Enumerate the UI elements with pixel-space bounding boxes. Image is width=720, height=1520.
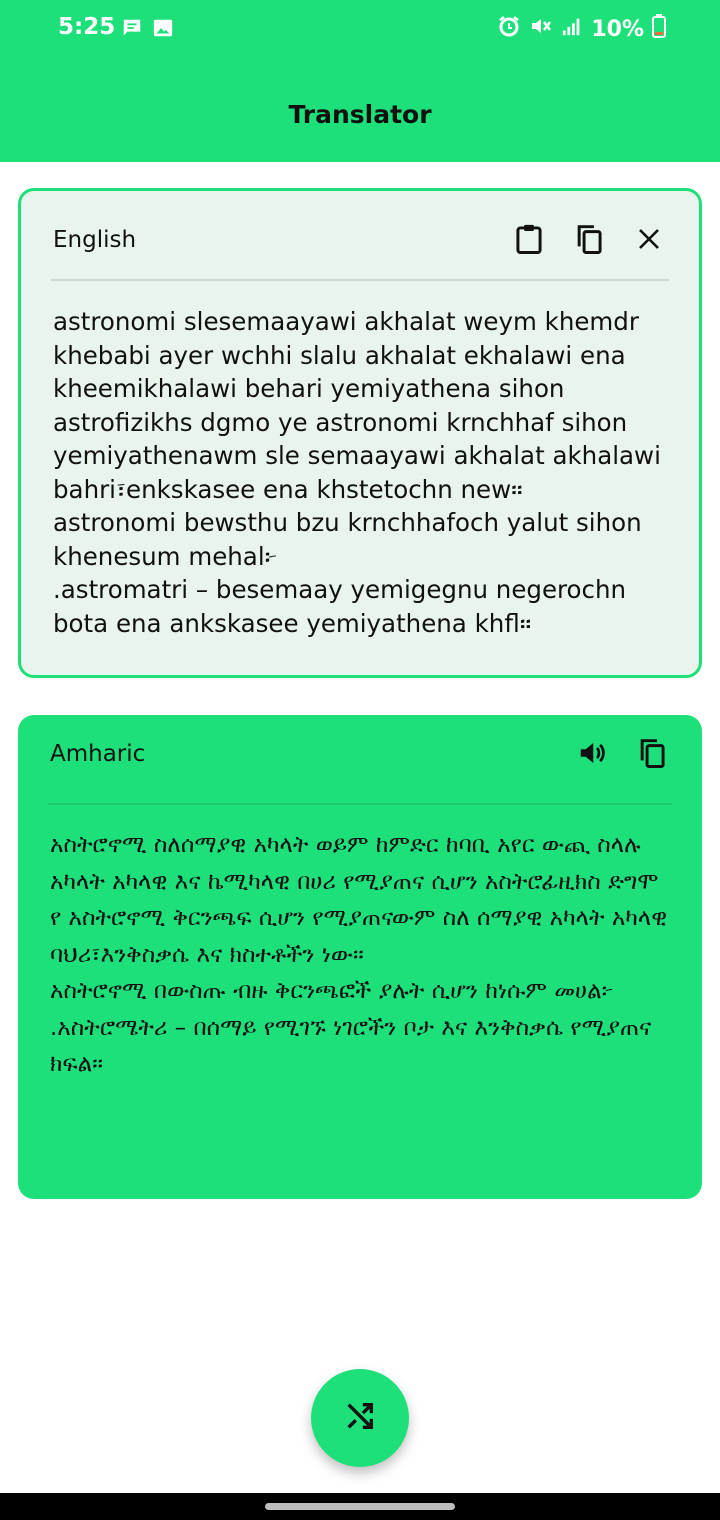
battery-low-icon — [652, 14, 666, 44]
app-bar: 5:25 10% Translator — [0, 0, 720, 162]
source-divider — [51, 279, 669, 281]
source-header: English — [53, 224, 667, 281]
translated-text: አስትሮኖሚ ስለሰማያዊ አካላት ወይም ከምድር ከባቢ አየር ውጪ ስ… — [50, 832, 668, 1077]
signal-icon — [561, 15, 583, 43]
clipboard-paste-icon[interactable] — [511, 221, 547, 257]
source-actions — [511, 221, 667, 257]
copy-icon[interactable] — [634, 735, 670, 771]
close-icon[interactable] — [631, 221, 667, 257]
chat-notification-icon — [120, 16, 144, 40]
system-nav-bar — [0, 1493, 720, 1520]
shuffle-icon — [343, 1399, 377, 1437]
mute-icon — [529, 14, 553, 44]
battery-text: 10% — [591, 16, 644, 42]
target-divider — [48, 803, 672, 805]
page-title: Translator — [288, 100, 432, 129]
copy-icon[interactable] — [571, 221, 607, 257]
target-card: Amharic አስትሮኖሚ ስለሰማያዊ አካላት ወይም ከምድር ከባቢ … — [18, 715, 702, 1199]
alarm-icon — [497, 14, 521, 44]
status-time: 5:25 — [58, 14, 116, 40]
source-card: English astronomi slesemaayawi akhalat w… — [18, 188, 702, 678]
speaker-icon[interactable] — [574, 735, 610, 771]
target-actions — [574, 735, 670, 771]
home-gesture-handle[interactable] — [265, 1503, 455, 1510]
status-right-group: 10% — [497, 14, 666, 44]
status-bar: 5:25 10% — [0, 0, 720, 58]
image-notification-icon — [151, 16, 175, 40]
swap-languages-button[interactable] — [311, 1369, 409, 1467]
target-language-label[interactable]: Amharic — [50, 741, 145, 767]
source-language-label[interactable]: English — [53, 227, 136, 253]
target-header: Amharic — [50, 739, 670, 795]
source-text-input[interactable]: astronomi slesemaayawi akhalat weym khem… — [53, 305, 669, 640]
